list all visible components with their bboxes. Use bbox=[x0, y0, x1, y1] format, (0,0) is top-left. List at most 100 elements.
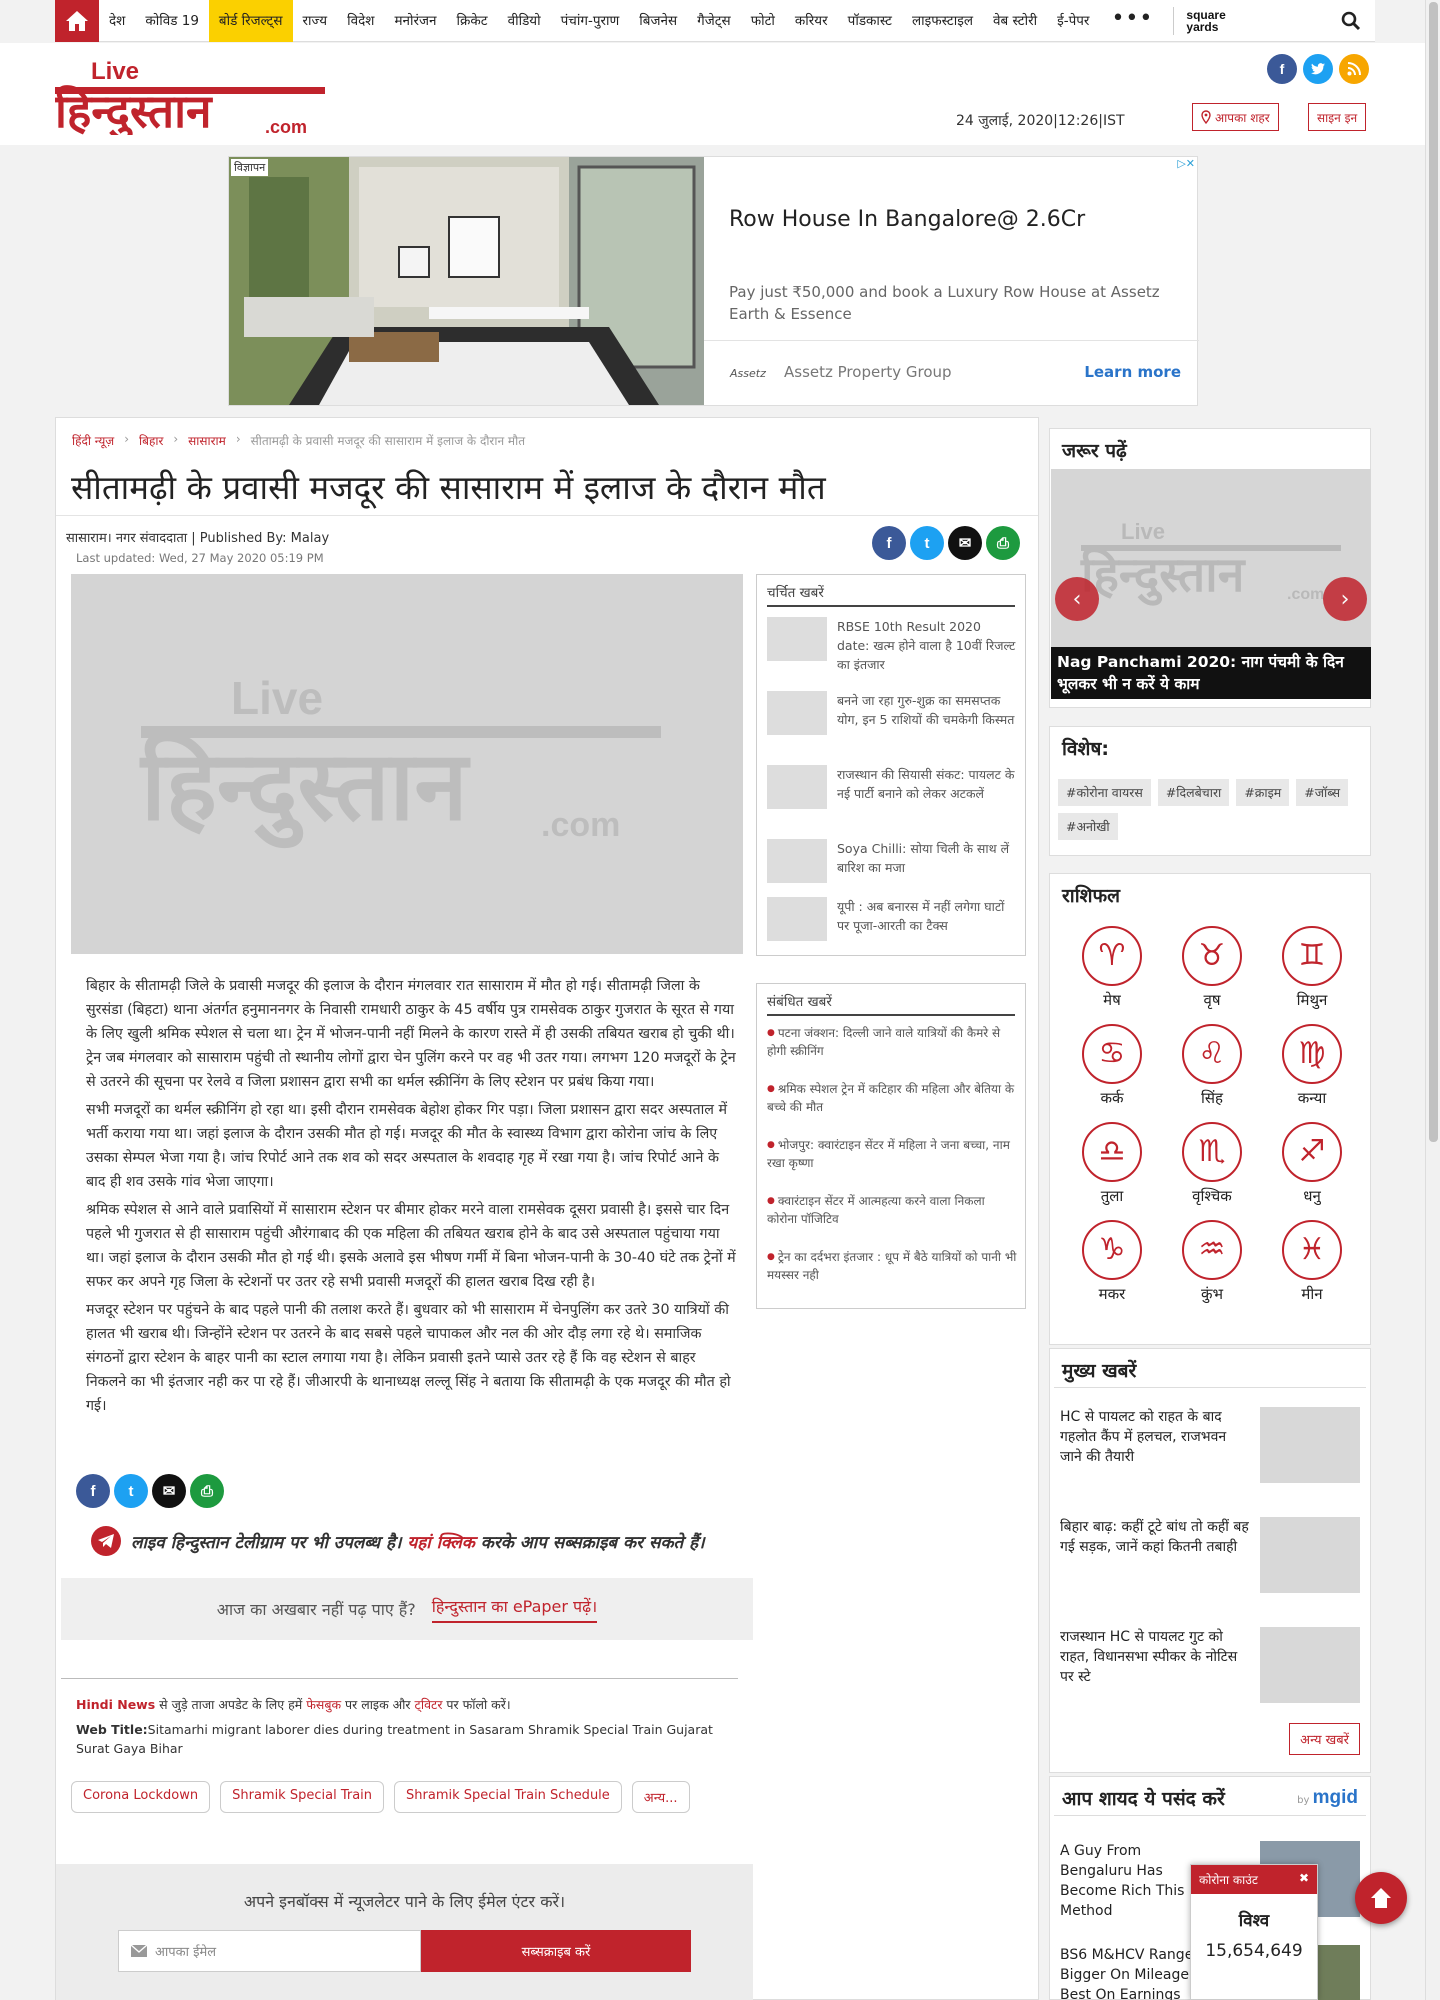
share-bar-top: f t ✉ ⎙ bbox=[872, 526, 1020, 560]
rashi-item[interactable]: ♌ सिंह bbox=[1162, 1024, 1262, 1108]
share-email-icon[interactable]: ✉ bbox=[948, 526, 982, 560]
nav-item[interactable]: राज्य bbox=[293, 0, 338, 42]
nav-item[interactable]: लाइफस्टाइल bbox=[902, 0, 983, 42]
facebook-icon[interactable]: f bbox=[1267, 54, 1297, 84]
share-twitter-icon[interactable]: t bbox=[114, 1474, 148, 1508]
share-facebook-icon[interactable]: f bbox=[872, 526, 906, 560]
tag-link[interactable]: Corona Lockdown bbox=[71, 1781, 211, 1813]
rashi-item[interactable]: ♋ कर्क bbox=[1062, 1024, 1162, 1108]
ad-learn-more-link[interactable]: Learn more bbox=[1084, 363, 1181, 381]
nav-item[interactable]: गैजेट्स bbox=[687, 0, 741, 42]
square-yards-logo[interactable]: square yards bbox=[1186, 9, 1225, 33]
related-item[interactable]: पटना जंक्शन: दिल्ली जाने वाले यात्रियों … bbox=[767, 1024, 1017, 1060]
rashi-item[interactable]: ♎ तुला bbox=[1062, 1122, 1162, 1206]
newsletter-subscribe-button[interactable]: सब्सक्राइब करें bbox=[421, 1930, 691, 1972]
nav-item[interactable]: पॉडकास्ट bbox=[838, 0, 902, 42]
breadcrumb-home[interactable]: हिंदी न्यूज़ bbox=[72, 432, 114, 449]
share-email-icon[interactable]: ✉ bbox=[152, 1474, 186, 1508]
rashi-item[interactable]: ♑ मकर bbox=[1062, 1220, 1162, 1304]
close-icon[interactable]: ✖ bbox=[1299, 1871, 1309, 1888]
share-facebook-icon[interactable]: f bbox=[76, 1474, 110, 1508]
special-box: विशेष: #कोरोना वायरस #दिलबेचारा #क्राइम … bbox=[1049, 726, 1371, 856]
nav-item[interactable]: क्रिकेट bbox=[447, 0, 498, 42]
nav-item[interactable]: वीडियो bbox=[498, 0, 551, 42]
rashi-item[interactable]: ♉ वृष bbox=[1162, 926, 1262, 1010]
share-twitter-icon[interactable]: t bbox=[910, 526, 944, 560]
trending-item[interactable]: राजस्थान की सियासी संकट: पायलट के नई पार… bbox=[767, 765, 1017, 809]
city-button[interactable]: आपका शहर bbox=[1192, 103, 1279, 131]
top-news-item[interactable]: राजस्थान HC से पायलट गुट को राहत, विधानस… bbox=[1060, 1627, 1360, 1703]
nav-item[interactable]: करियर bbox=[785, 0, 838, 42]
slider-caption[interactable]: Nag Panchami 2020: नाग पंचमी के दिन भूलक… bbox=[1051, 647, 1371, 699]
advertisement[interactable]: विज्ञापन ▷✕ Row House In Bangalore@ 2.6C… bbox=[228, 156, 1199, 406]
related-item[interactable]: श्रमिक स्पेशल ट्रेन में कटिहार की महिला … bbox=[767, 1080, 1017, 1116]
home-button[interactable] bbox=[55, 0, 99, 42]
rss-icon[interactable] bbox=[1339, 54, 1369, 84]
hashtag-link[interactable]: #अनोखी bbox=[1058, 813, 1118, 840]
nav-item[interactable]: मनोरंजन bbox=[384, 0, 446, 42]
slider-prev-button[interactable]: ‹ bbox=[1055, 577, 1099, 621]
rashi-item[interactable]: ♊ मिथुन bbox=[1262, 926, 1362, 1010]
follow-facebook-link[interactable]: फेसबुक bbox=[306, 1697, 341, 1712]
related-item[interactable]: ट्रेन का दर्दभरा इंतजार : धूप में बैठे य… bbox=[767, 1248, 1017, 1284]
ad-choices-icon[interactable]: ▷✕ bbox=[1177, 157, 1195, 170]
related-item[interactable]: क्वारंटाइन सेंटर में आत्महत्या करने वाला… bbox=[767, 1192, 1017, 1228]
share-print-icon[interactable]: ⎙ bbox=[190, 1474, 224, 1508]
follow-twitter-link[interactable]: ट्विटर bbox=[415, 1697, 443, 1712]
search-button[interactable] bbox=[1327, 0, 1375, 42]
scrollbar-thumb[interactable] bbox=[1429, 2, 1438, 1142]
telegram-link[interactable]: यहां क्लिक bbox=[407, 1533, 474, 1553]
more-news-button[interactable]: अन्य खबरें bbox=[1289, 1723, 1360, 1755]
hashtag-link[interactable]: #कोरोना वायरस bbox=[1058, 779, 1151, 806]
epaper-link[interactable]: हिन्दुस्तान का ePaper पढ़ें। bbox=[431, 1595, 598, 1623]
trending-box: चर्चित खबरें RBSE 10th Result 2020 date:… bbox=[756, 574, 1026, 956]
breadcrumb-sasaram[interactable]: सासाराम bbox=[188, 432, 226, 449]
slider-next-button[interactable]: › bbox=[1323, 577, 1367, 621]
tag-link[interactable]: Shramik Special Train Schedule bbox=[394, 1781, 622, 1813]
nav-item[interactable]: बिजनेस bbox=[629, 0, 687, 42]
rashi-item[interactable]: ♏ वृश्चिक bbox=[1162, 1122, 1262, 1206]
must-read-slider[interactable]: Live हिन्दुस्तान .com ‹ › Nag Panchami 2… bbox=[1051, 469, 1371, 699]
trending-item[interactable]: बनने जा रहा गुरु-शुक्र का समसप्तक योग, इ… bbox=[767, 691, 1017, 735]
top-news-item[interactable]: बिहार बाढ़: कहीं टूटे बांध तो कहीं बह गई… bbox=[1060, 1517, 1360, 1593]
nav-item[interactable]: बोर्ड रिजल्ट्स bbox=[208, 0, 293, 42]
scroll-to-top-button[interactable] bbox=[1355, 1872, 1407, 1924]
nav-item[interactable]: देश bbox=[99, 0, 135, 42]
site-header: Live हिन्दुस्तान .com f 24 जुलाई, 2020|1… bbox=[0, 43, 1440, 145]
nav-item[interactable]: फोटो bbox=[741, 0, 785, 42]
nav-item[interactable]: ई-पेपर bbox=[1047, 0, 1099, 42]
site-logo[interactable]: Live हिन्दुस्तान .com bbox=[54, 55, 325, 141]
ad-title[interactable]: Row House In Bangalore@ 2.6Cr bbox=[729, 207, 1085, 232]
hashtag-link[interactable]: #जॉब्स bbox=[1296, 779, 1349, 806]
tag-link[interactable]: Shramik Special Train bbox=[220, 1781, 385, 1813]
hashtag-link[interactable]: #क्राइम bbox=[1236, 779, 1290, 806]
nav-item[interactable]: कोविड 19 bbox=[135, 0, 209, 42]
share-print-icon[interactable]: ⎙ bbox=[986, 526, 1020, 560]
trending-item[interactable]: RBSE 10th Result 2020 date: खत्म होने वा… bbox=[767, 617, 1017, 674]
trending-item[interactable]: यूपी : अब बनारस में नहीं लगेगा घाटों पर … bbox=[767, 897, 1017, 941]
rashi-item[interactable]: ♒ कुंभ bbox=[1162, 1220, 1262, 1304]
zodiac-icon: ♑ bbox=[1082, 1220, 1142, 1280]
corona-count-widget[interactable]: कोरोना काउंट ✖ विश्व 15,654,649 bbox=[1190, 1864, 1318, 2000]
rashi-item[interactable]: ♐ धनु bbox=[1262, 1122, 1362, 1206]
twitter-icon[interactable] bbox=[1303, 54, 1333, 84]
hashtag-link[interactable]: #दिलबेचारा bbox=[1157, 779, 1230, 806]
signin-button[interactable]: साइन इन bbox=[1308, 103, 1367, 131]
rashi-item[interactable]: ♍ कन्या bbox=[1262, 1024, 1362, 1108]
top-news-item[interactable]: HC से पायलट को राहत के बाद गहलोत कैंप मे… bbox=[1060, 1407, 1360, 1483]
nav-item[interactable]: विदेश bbox=[337, 0, 384, 42]
mgid-logo[interactable]: by mgid bbox=[1297, 1787, 1358, 1809]
nav-item[interactable]: वेब स्टोरी bbox=[983, 0, 1047, 42]
more-menu-button[interactable]: ••• bbox=[1099, 0, 1165, 42]
rashi-item[interactable]: ♓ मीन bbox=[1262, 1220, 1362, 1304]
related-item[interactable]: भोजपुर: क्वारंटाइन सेंटर में महिला ने जन… bbox=[767, 1136, 1017, 1172]
newsletter-email-field[interactable]: आपका ईमेल bbox=[118, 1930, 421, 1972]
hindi-news-link[interactable]: Hindi News bbox=[76, 1697, 155, 1712]
breadcrumb-bihar[interactable]: बिहार bbox=[139, 432, 163, 449]
nav-item[interactable]: पंचांग-पुराण bbox=[551, 0, 630, 42]
recommend-title: BS6 M&HCV Range Bigger On Mileage, Best … bbox=[1060, 1947, 1194, 2000]
rashi-item[interactable]: ♈ मेष bbox=[1062, 926, 1162, 1010]
trending-item[interactable]: Soya Chilli: सोया चिली के साथ लें बारिश … bbox=[767, 839, 1017, 883]
tag-more-link[interactable]: अन्य... bbox=[631, 1781, 690, 1813]
page-scrollbar[interactable] bbox=[1425, 0, 1440, 2000]
